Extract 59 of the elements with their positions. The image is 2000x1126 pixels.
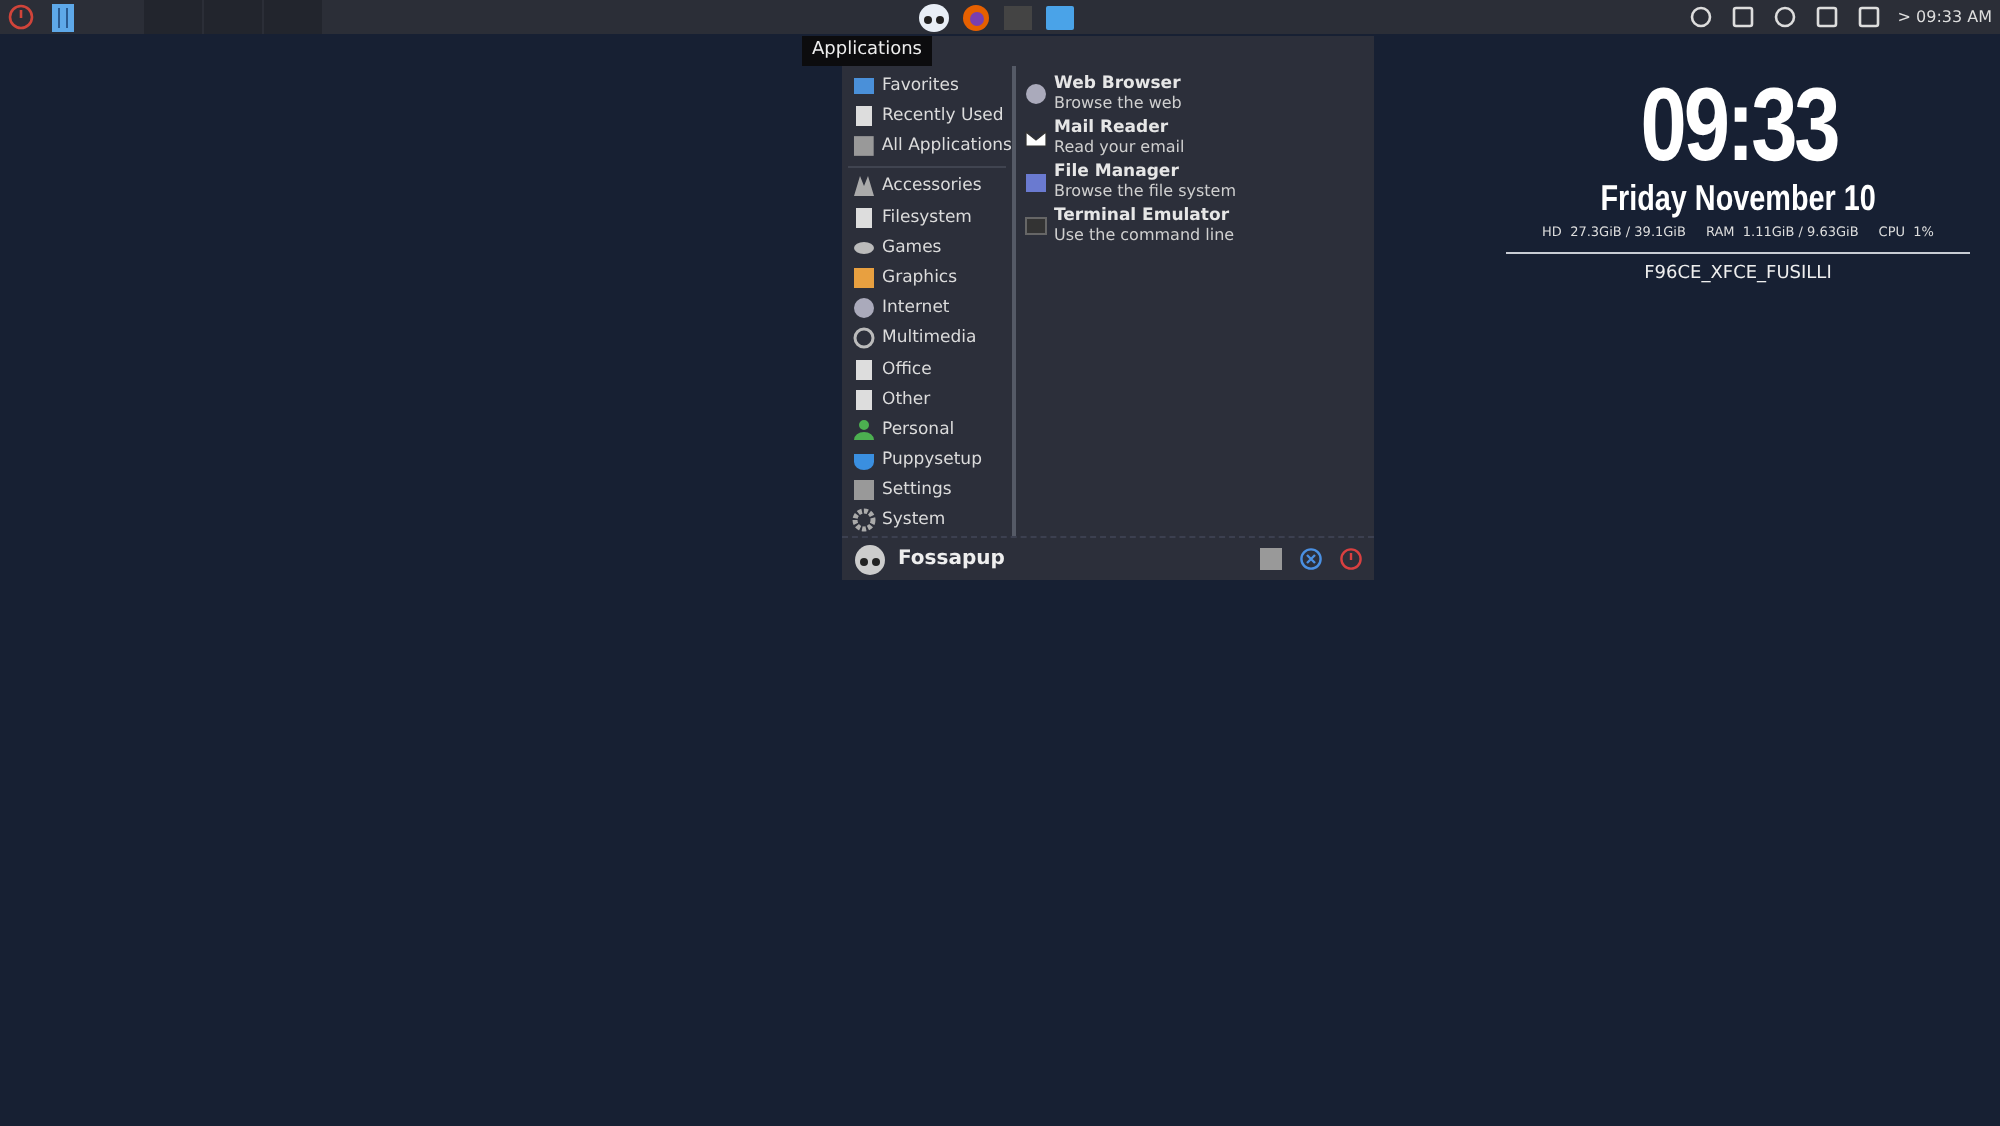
terminal-icon — [1003, 5, 1031, 29]
shortcut-item[interactable]: All Applications — [842, 131, 1012, 162]
category-item[interactable]: Internet — [842, 293, 1012, 324]
category-item[interactable]: Puppysetup — [842, 444, 1012, 476]
app-item[interactable]: Mail Reader Read your email — [1024, 118, 1236, 159]
category-item[interactable]: Filesystem — [842, 201, 1012, 233]
palette-icon — [852, 265, 876, 290]
reel-icon — [852, 326, 876, 351]
gear-icon — [852, 508, 876, 533]
tooltip: Applications — [802, 36, 932, 66]
power-icon[interactable] — [1340, 548, 1362, 571]
fox-icon — [961, 3, 989, 31]
category-item[interactable]: Accessories — [842, 171, 1012, 202]
category-item[interactable]: Office — [842, 353, 1012, 385]
app-name: Mail Reader — [1054, 118, 1171, 139]
document-icon — [852, 205, 876, 230]
shortcut-item[interactable]: Recently Used — [842, 100, 1012, 132]
columns-icon — [52, 3, 74, 31]
app-description: Browse the file system — [1054, 182, 1236, 203]
envelope-icon — [1024, 126, 1048, 151]
app-description: Browse the web — [1054, 94, 1182, 115]
workspace-switcher[interactable] — [46, 0, 80, 34]
app-description: Use the command line — [1054, 226, 1235, 247]
folder-icon — [1045, 5, 1073, 29]
document-icon — [852, 387, 876, 412]
app-item[interactable]: Web Browser Browse the web — [1024, 74, 1236, 115]
app-name: File Manager — [1054, 162, 1181, 183]
category-item[interactable]: Settings — [842, 475, 1012, 506]
category-item[interactable]: System — [842, 505, 1012, 537]
document-icon — [852, 357, 876, 382]
app-name: Terminal Emulator — [1054, 206, 1232, 227]
desktop-date: Friday November 10 — [1600, 178, 1876, 220]
browser-launcher[interactable] — [958, 0, 992, 34]
app-item[interactable]: Terminal Emulator Use the command line — [1024, 206, 1236, 247]
category-item[interactable]: Other — [842, 384, 1012, 415]
category-item[interactable]: Multimedia — [842, 323, 1012, 354]
app-description: Read your email — [1054, 138, 1185, 159]
folder-icon — [1024, 170, 1048, 195]
category-item[interactable]: Graphics — [842, 262, 1012, 294]
shortcut-item[interactable]: Favorites — [842, 70, 1012, 101]
folder-icon — [852, 73, 876, 98]
hostname: F96CE_XFCE_FUSILLI — [1644, 264, 1832, 284]
document-icon — [852, 104, 876, 129]
files-launcher[interactable] — [1042, 0, 1076, 34]
globe-icon — [1024, 82, 1048, 107]
grid-icon — [852, 134, 876, 159]
globe-icon — [852, 296, 876, 321]
clock: > 09:33 AM — [1897, 8, 1992, 26]
app-item[interactable]: File Manager Browse the file system — [1024, 162, 1236, 203]
desktop-clock: 09:33 — [1639, 74, 1837, 178]
terminal-icon — [1024, 214, 1048, 239]
category-item[interactable]: Games — [842, 232, 1012, 263]
power-icon — [8, 4, 34, 30]
user-name: Fossapup — [898, 548, 1007, 571]
grid-icon — [852, 478, 876, 503]
power-button[interactable] — [4, 0, 38, 34]
category-item[interactable]: Personal — [842, 414, 1012, 445]
app-name: Web Browser — [1054, 74, 1182, 95]
person-icon — [852, 417, 876, 442]
